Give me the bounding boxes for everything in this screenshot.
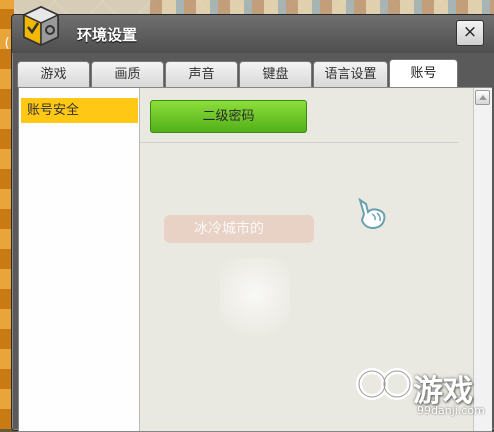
tab-account[interactable]: 账号 [389, 59, 458, 88]
second-password-button[interactable]: 二级密码 [150, 100, 307, 133]
watermark-logo-icon [356, 368, 413, 400]
hand-cursor-icon [358, 197, 386, 230]
tab-language[interactable]: 语言设置 [313, 61, 388, 87]
sidebar: 账号安全 [19, 88, 140, 431]
close-button[interactable]: × [456, 20, 484, 46]
dialog-title: 环境设置 [77, 26, 138, 44]
settings-cube-icon [22, 5, 60, 47]
background-character [220, 258, 290, 348]
tab-graphics[interactable]: 画质 [91, 61, 164, 87]
tab-sound[interactable]: 声音 [165, 61, 238, 87]
scroll-up-button[interactable] [475, 90, 490, 105]
tab-game[interactable]: 游戏 [17, 61, 90, 87]
tab-keyboard[interactable]: 键盘 [239, 61, 312, 87]
content-divider [140, 142, 458, 143]
site-watermark: 游戏 99danji.com [355, 362, 494, 429]
dialog-titlebar[interactable]: 环境设置 × [12, 5, 494, 53]
background-name-tag: 冰冷城市的 [164, 215, 314, 243]
sidebar-item-account-security[interactable]: 账号安全 [21, 98, 138, 123]
watermark-url: 99danji.com [417, 404, 485, 417]
